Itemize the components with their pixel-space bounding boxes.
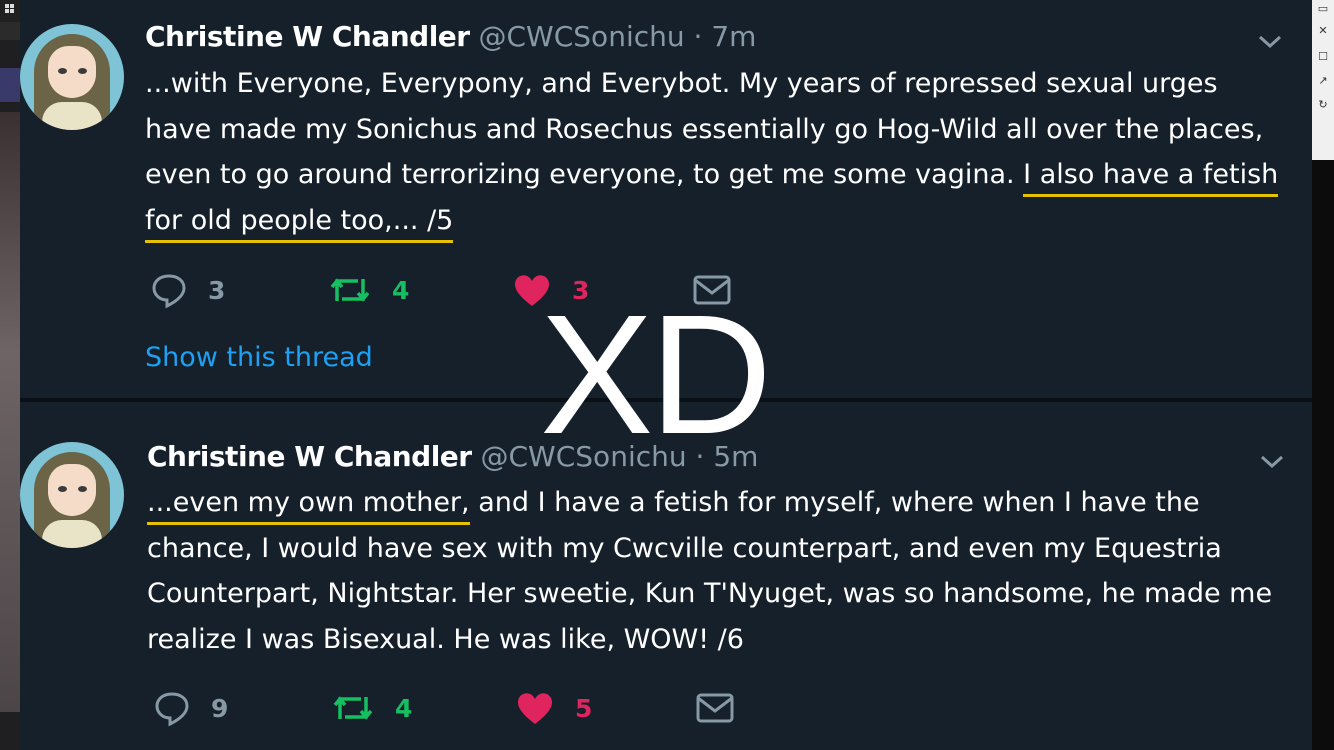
tweet-header: Christine W Chandler @CWCSonichu · 7m: [145, 20, 756, 53]
like-button[interactable]: 5: [515, 688, 592, 728]
tab-icon: ☐: [1318, 50, 1328, 63]
reply-icon: [155, 692, 189, 727]
author-name[interactable]: Christine W Chandler: [145, 20, 470, 53]
overlay-caption: XD: [540, 280, 772, 470]
windows-logo-icon: [5, 4, 15, 14]
tweet-actions: 9 4 5: [153, 688, 753, 728]
underlined-text: ...even my own mother,: [147, 487, 470, 525]
chevron-down-icon[interactable]: [1258, 448, 1286, 476]
avatar[interactable]: [20, 442, 124, 548]
retweet-icon: [333, 696, 373, 720]
timestamp[interactable]: 7m: [711, 20, 756, 53]
avatar[interactable]: [20, 24, 124, 130]
background-window-strip: [0, 0, 20, 750]
chevron-down-icon[interactable]: [1256, 28, 1284, 56]
reply-count: 9: [211, 693, 229, 723]
notification-icon: ▭: [1317, 2, 1329, 15]
expand-icon: ↗: [1318, 74, 1328, 87]
reply-icon: [152, 274, 186, 309]
direct-message-button[interactable]: [695, 688, 735, 728]
refresh-icon: ↻: [1318, 98, 1328, 111]
retweet-icon: [330, 278, 370, 302]
author-name[interactable]: Christine W Chandler: [147, 440, 472, 473]
separator: ·: [693, 20, 703, 53]
like-icon: [517, 693, 553, 724]
right-window-edge: ▭ ✕ ☐ ↗ ↻: [1311, 0, 1334, 750]
close-icon[interactable]: ✕: [1317, 24, 1329, 37]
reply-button[interactable]: 3: [150, 270, 225, 310]
retweet-button[interactable]: 4: [331, 688, 412, 728]
message-icon: [696, 693, 734, 723]
tweet-text: ...with Everyone, Everypony, and Everybo…: [145, 61, 1285, 243]
reply-button[interactable]: 9: [153, 688, 228, 728]
retweet-count: 4: [395, 693, 413, 723]
like-count: 5: [575, 693, 593, 723]
tweet-text: ...even my own mother, and I have a feti…: [147, 480, 1287, 662]
retweet-button[interactable]: 4: [328, 270, 409, 310]
retweet-count: 4: [392, 275, 410, 305]
show-thread-link[interactable]: Show this thread: [145, 342, 373, 373]
reply-count: 3: [208, 275, 226, 305]
author-handle[interactable]: @CWCSonichu: [479, 20, 685, 53]
